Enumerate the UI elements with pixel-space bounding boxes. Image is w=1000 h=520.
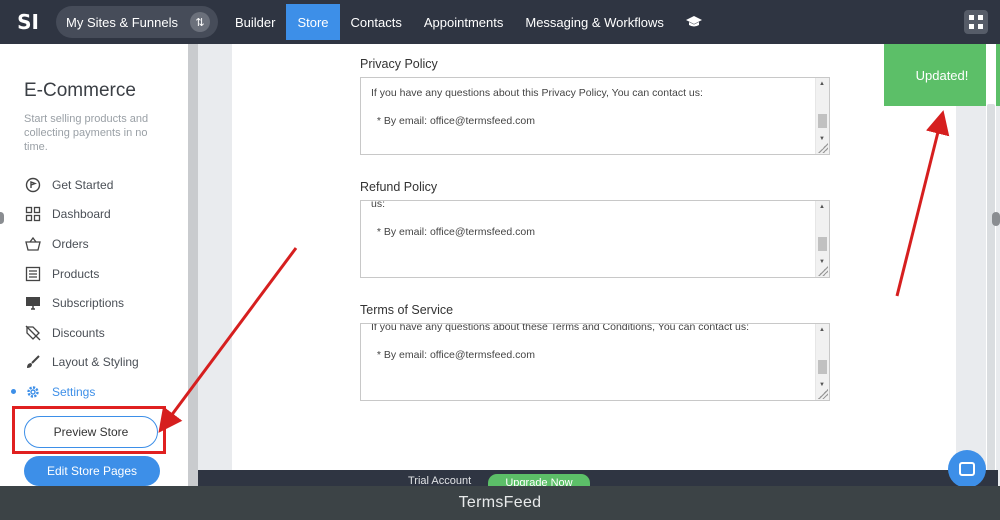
nav-contacts[interactable]: Contacts xyxy=(340,4,413,40)
sidebar-item-label: Get Started xyxy=(52,177,114,192)
resize-grip-icon[interactable] xyxy=(818,389,828,399)
dashboard-icon xyxy=(24,205,42,223)
sidebar-item-discounts[interactable]: Discounts xyxy=(0,318,188,348)
scroll-down-icon[interactable]: ▼ xyxy=(819,382,825,388)
gear-icon xyxy=(24,383,42,401)
right-edge-handle[interactable] xyxy=(992,212,1000,226)
edit-store-pages-button[interactable]: Edit Store Pages xyxy=(24,456,160,486)
scroll-up-icon[interactable]: ▲ xyxy=(819,81,825,87)
sidebar-description: Start selling products and collecting pa… xyxy=(24,113,149,153)
sidebar-menu: Get Started Dashboard Orders Products Su… xyxy=(0,170,188,407)
terms-of-service-label: Terms of Service xyxy=(360,303,454,317)
apps-grid-icon[interactable] xyxy=(964,10,988,34)
scroll-up-icon[interactable]: ▲ xyxy=(819,204,825,210)
scroll-up-icon[interactable]: ▲ xyxy=(819,327,825,333)
sidebar-item-products[interactable]: Products xyxy=(0,259,188,289)
nav-store[interactable]: Store xyxy=(286,4,340,40)
chat-support-button[interactable] xyxy=(948,450,986,488)
scroll-thumb[interactable] xyxy=(818,237,827,251)
sort-arrows-icon[interactable]: ⇅ xyxy=(190,12,210,32)
sidebar-item-label: Settings xyxy=(52,384,96,399)
scroll-down-icon[interactable]: ▼ xyxy=(819,136,825,142)
sidebar-item-label: Orders xyxy=(52,236,89,251)
refund-policy-text: us: * By email: office@termsfeed.com xyxy=(371,200,535,238)
sidebar-item-get-started[interactable]: Get Started xyxy=(0,170,188,200)
resize-grip-icon[interactable] xyxy=(818,143,828,153)
sidebar-item-label: Layout & Styling xyxy=(52,355,139,370)
scroll-thumb[interactable] xyxy=(818,114,827,128)
refund-policy-label: Refund Policy xyxy=(360,180,438,194)
nav-messaging-workflows[interactable]: Messaging & Workflows xyxy=(514,4,674,40)
brush-icon xyxy=(24,353,42,371)
updated-toast: Updated! xyxy=(884,44,1000,106)
nav-appointments[interactable]: Appointments xyxy=(413,4,515,40)
sidebar-item-subscriptions[interactable]: Subscriptions xyxy=(0,288,188,318)
my-sites-funnels-button[interactable]: My Sites & Funnels ⇅ xyxy=(56,6,218,38)
sidebar-item-label: Subscriptions xyxy=(52,296,125,311)
graduation-cap-icon[interactable] xyxy=(675,15,713,29)
page-scrollbar[interactable] xyxy=(986,44,996,486)
refund-policy-textarea[interactable]: us: * By email: office@termsfeed.com ▲ ▼ xyxy=(360,200,830,278)
chat-icon xyxy=(959,462,975,476)
app-logo[interactable]: SI xyxy=(0,0,56,44)
terms-of-service-text: If you have any questions about these Te… xyxy=(371,323,750,361)
rocket-icon xyxy=(24,176,42,194)
sidebar-title: E-Commerce xyxy=(24,80,136,101)
basket-icon xyxy=(24,235,42,253)
terms-of-service-textarea[interactable]: If you have any questions about these Te… xyxy=(360,323,830,401)
monitor-icon xyxy=(24,294,42,312)
sidebar-item-dashboard[interactable]: Dashboard xyxy=(0,200,188,230)
sidebar-scrollbar[interactable] xyxy=(188,44,198,486)
top-nav: SI My Sites & Funnels ⇅ Builder Store Co… xyxy=(0,0,1000,44)
resize-grip-icon[interactable] xyxy=(818,266,828,276)
sidebar: E-Commerce Start selling products and co… xyxy=(0,44,188,486)
nav-builder[interactable]: Builder xyxy=(224,4,286,40)
footer-brand: TermsFeed xyxy=(0,486,1000,520)
tag-icon xyxy=(24,324,42,342)
sites-label: My Sites & Funnels xyxy=(66,14,178,30)
sidebar-item-label: Discounts xyxy=(52,325,105,340)
sidebar-item-settings[interactable]: Settings xyxy=(0,377,188,407)
privacy-policy-label: Privacy Policy xyxy=(360,57,438,71)
trial-bar xyxy=(198,470,998,486)
active-indicator xyxy=(11,389,16,395)
privacy-policy-textarea[interactable]: If you have any questions about this Pri… xyxy=(360,77,830,155)
scroll-down-icon[interactable]: ▼ xyxy=(819,259,825,265)
preview-store-button[interactable]: Preview Store xyxy=(24,416,158,448)
left-edge-handle[interactable] xyxy=(0,212,4,224)
sidebar-item-layout-styling[interactable]: Layout & Styling xyxy=(0,348,188,378)
sidebar-item-orders[interactable]: Orders xyxy=(0,229,188,259)
sidebar-item-label: Dashboard xyxy=(52,207,111,222)
page-scroll-thumb[interactable] xyxy=(987,104,995,484)
scroll-thumb[interactable] xyxy=(818,360,827,374)
list-icon xyxy=(24,265,42,283)
privacy-policy-text: If you have any questions about this Pri… xyxy=(371,87,703,127)
sidebar-item-label: Products xyxy=(52,266,100,281)
